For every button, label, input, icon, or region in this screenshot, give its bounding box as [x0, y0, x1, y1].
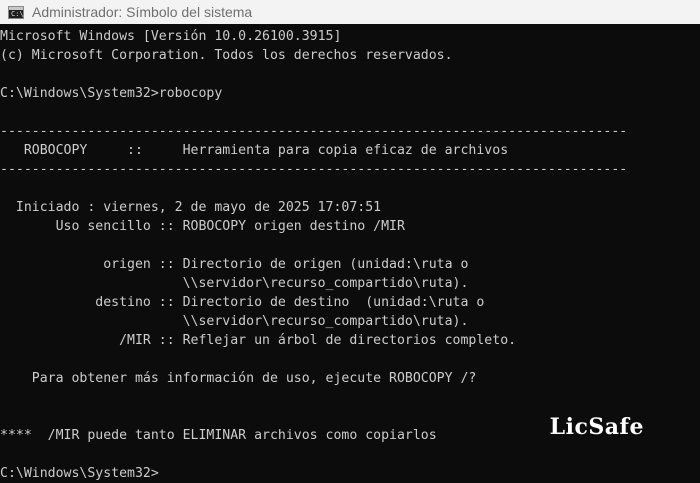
console-line: /MIR :: Reflejar un árbol de directorios… — [0, 333, 517, 348]
console-line: ----------------------------------------… — [0, 162, 628, 177]
console-line: ----------------------------------------… — [0, 124, 628, 139]
command-prompt-window: C:\ Administrador: Símbolo del sistema M… — [0, 0, 700, 481]
console-line: Uso sencillo :: ROBOCOPY origen destino … — [0, 219, 405, 234]
console-line: C:\Windows\System32> — [0, 466, 159, 481]
console-line: destino :: Directorio de destino (unidad… — [0, 295, 485, 310]
console-line: Para obtener más información de uso, eje… — [0, 371, 477, 386]
console-line: origen :: Directorio de origen (unidad:\… — [0, 257, 469, 272]
title-bar[interactable]: C:\ Administrador: Símbolo del sistema — [0, 0, 700, 24]
console-line: \\servidor\recurso_compartido\ruta). — [0, 314, 469, 329]
window-title: Administrador: Símbolo del sistema — [32, 4, 253, 20]
console-line: Microsoft Windows [Versión 10.0.26100.39… — [0, 29, 342, 44]
console-output[interactable]: Microsoft Windows [Versión 10.0.26100.39… — [0, 27, 700, 481]
console-line: ROBOCOPY :: Herramienta para copia efica… — [0, 143, 509, 158]
watermark-logo: LicSafe — [549, 414, 644, 440]
console-line: Iniciado : viernes, 2 de mayo de 2025 17… — [0, 200, 382, 215]
console-line: \\servidor\recurso_compartido\ruta). — [0, 276, 469, 291]
console-line: C:\Windows\System32>robocopy — [0, 86, 223, 101]
console-line: (c) Microsoft Corporation. Todos los der… — [0, 48, 453, 63]
command-prompt-icon: C:\ — [8, 5, 24, 19]
